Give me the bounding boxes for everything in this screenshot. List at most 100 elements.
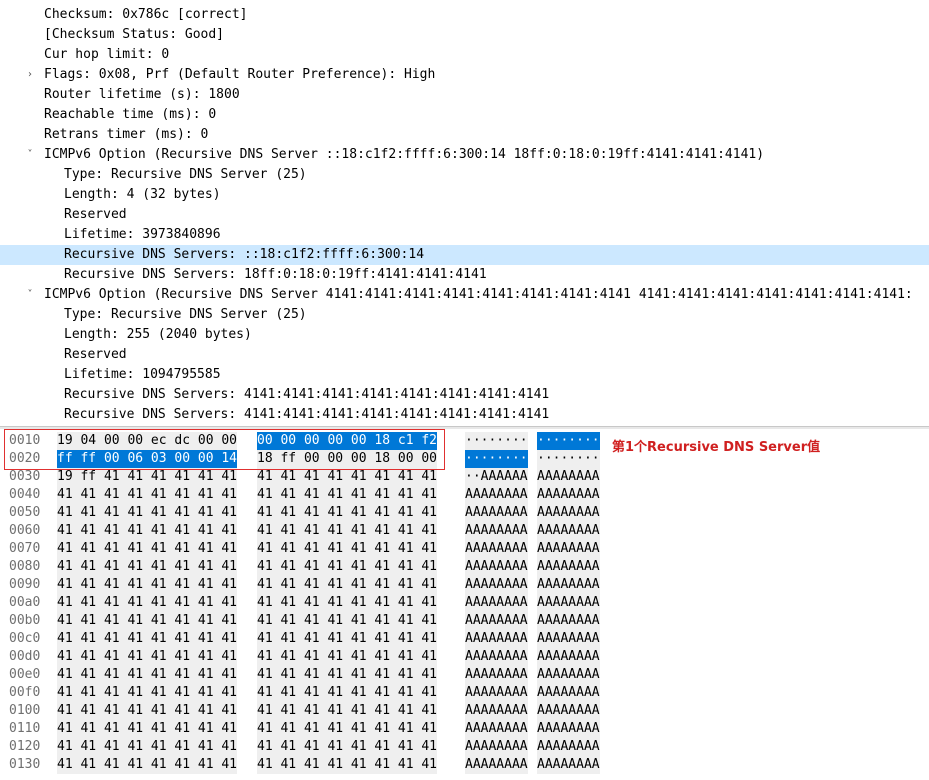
ascii-group-1[interactable]: AAAAAAAA xyxy=(465,738,528,756)
hex-bytes-group-1[interactable]: 41 41 41 41 41 41 41 41 xyxy=(57,504,238,522)
hex-bytes-group-2[interactable]: 41 41 41 41 41 41 41 41 xyxy=(257,504,438,522)
hex-bytes-group-2[interactable]: 41 41 41 41 41 41 41 41 xyxy=(257,594,438,612)
packet-bytes-pane[interactable]: 0010 19 04 00 00 ec dc 00 00 00 00 00 00 0… xyxy=(0,429,929,780)
ascii-group-2[interactable]: ········ xyxy=(537,450,600,468)
hex-bytes-group-2[interactable]: 41 41 41 41 41 41 41 41 xyxy=(257,630,438,648)
ascii-group-2[interactable]: ········ xyxy=(537,432,600,450)
ascii-group-2[interactable]: AAAAAAAA xyxy=(537,738,600,756)
hex-bytes-group-1[interactable]: 41 41 41 41 41 41 41 41 xyxy=(57,684,238,702)
ascii-group-2[interactable]: AAAAAAAA xyxy=(537,648,600,666)
hex-bytes-group-2[interactable]: 41 41 41 41 41 41 41 41 xyxy=(257,720,438,738)
hex-bytes-group-1[interactable]: 41 41 41 41 41 41 41 41 xyxy=(57,486,238,504)
hex-bytes-group-2[interactable]: 41 41 41 41 41 41 41 41 xyxy=(257,576,438,594)
chevron-right-icon[interactable]: › xyxy=(24,65,36,85)
ascii-group-2[interactable]: AAAAAAAA xyxy=(537,576,600,594)
hex-row[interactable]: 0060 41 41 41 41 41 41 41 41 41 41 41 41 4… xyxy=(0,522,929,540)
ascii-group-1[interactable]: AAAAAAAA xyxy=(465,630,528,648)
ascii-group-2[interactable]: AAAAAAAA xyxy=(537,558,600,576)
hex-bytes-group-2[interactable]: 41 41 41 41 41 41 41 41 xyxy=(257,666,438,684)
hex-row[interactable]: 0080 41 41 41 41 41 41 41 41 41 41 41 41 4… xyxy=(0,558,929,576)
hex-row[interactable]: 00f0 41 41 41 41 41 41 41 41 41 41 41 41 4… xyxy=(0,684,929,702)
ascii-group-1[interactable]: ··AAAAAA xyxy=(465,468,528,486)
hex-bytes-group-1[interactable]: 41 41 41 41 41 41 41 41 xyxy=(57,576,238,594)
hex-bytes-group-2[interactable]: 41 41 41 41 41 41 41 41 xyxy=(257,756,438,774)
ascii-group-2[interactable]: AAAAAAAA xyxy=(537,756,600,774)
hex-row[interactable]: 0100 41 41 41 41 41 41 41 41 41 41 41 41 4… xyxy=(0,702,929,720)
hex-row[interactable]: 00b0 41 41 41 41 41 41 41 41 41 41 41 41 4… xyxy=(0,612,929,630)
ascii-group-1[interactable]: AAAAAAAA xyxy=(465,648,528,666)
hex-bytes-group-2[interactable]: 41 41 41 41 41 41 41 41 xyxy=(257,522,438,540)
ascii-group-2[interactable]: AAAAAAAA xyxy=(537,540,600,558)
hex-bytes-group-1[interactable]: 41 41 41 41 41 41 41 41 xyxy=(57,540,238,558)
tree-row[interactable]: Type: Recursive DNS Server (25) xyxy=(0,305,929,325)
hex-bytes-group-1[interactable]: 41 41 41 41 41 41 41 41 xyxy=(57,666,238,684)
ascii-group-1[interactable]: ········ xyxy=(465,432,528,450)
hex-row[interactable]: 0050 41 41 41 41 41 41 41 41 41 41 41 41 4… xyxy=(0,504,929,522)
ascii-group-2[interactable]: AAAAAAAA xyxy=(537,612,600,630)
hex-bytes-group-2[interactable]: 41 41 41 41 41 41 41 41 xyxy=(257,612,438,630)
tree-row[interactable]: Reachable time (ms): 0 xyxy=(0,105,929,125)
ascii-group-1[interactable]: AAAAAAAA xyxy=(465,576,528,594)
ascii-group-1[interactable]: AAAAAAAA xyxy=(465,504,528,522)
ascii-group-1[interactable]: AAAAAAAA xyxy=(465,594,528,612)
tree-row[interactable]: Checksum: 0x786c [correct] xyxy=(0,5,929,25)
hex-row[interactable]: 0120 41 41 41 41 41 41 41 41 41 41 41 41 4… xyxy=(0,738,929,756)
ascii-group-2[interactable]: AAAAAAAA xyxy=(537,702,600,720)
ascii-group-2[interactable]: AAAAAAAA xyxy=(537,666,600,684)
hex-row[interactable]: 0040 41 41 41 41 41 41 41 41 41 41 41 41 4… xyxy=(0,486,929,504)
hex-bytes-group-1[interactable]: 41 41 41 41 41 41 41 41 xyxy=(57,648,238,666)
ascii-group-1[interactable]: AAAAAAAA xyxy=(465,666,528,684)
ascii-group-2[interactable]: AAAAAAAA xyxy=(537,486,600,504)
hex-bytes-group-1[interactable]: 41 41 41 41 41 41 41 41 xyxy=(57,558,238,576)
hex-bytes-group-1[interactable]: 41 41 41 41 41 41 41 41 xyxy=(57,756,238,774)
tree-row[interactable]: Length: 255 (2040 bytes) xyxy=(0,325,929,345)
ascii-group-1[interactable]: AAAAAAAA xyxy=(465,486,528,504)
hex-row[interactable]: 00e0 41 41 41 41 41 41 41 41 41 41 41 41 4… xyxy=(0,666,929,684)
tree-row[interactable]: ˅ ICMPv6 Option (Recursive DNS Server ::1… xyxy=(0,145,929,165)
ascii-group-1[interactable]: ········ xyxy=(465,450,528,468)
chevron-down-icon[interactable]: ˅ xyxy=(24,285,36,305)
hex-bytes-group-2[interactable]: 41 41 41 41 41 41 41 41 xyxy=(257,468,438,486)
hex-bytes-group-1[interactable]: 19 ff 41 41 41 41 41 41 xyxy=(57,468,238,486)
tree-row[interactable]: Length: 4 (32 bytes) xyxy=(0,185,929,205)
hex-bytes-group-2[interactable]: 41 41 41 41 41 41 41 41 xyxy=(257,558,438,576)
ascii-group-2[interactable]: AAAAAAAA xyxy=(537,720,600,738)
tree-row[interactable]: Recursive DNS Servers: 4141:4141:4141:41… xyxy=(0,405,929,425)
hex-bytes-group-2[interactable]: 41 41 41 41 41 41 41 41 xyxy=(257,684,438,702)
tree-row[interactable]: Recursive DNS Servers: 18ff:0:18:0:19ff:… xyxy=(0,265,929,285)
tree-row[interactable]: ˅ ICMPv6 Option (Recursive DNS Server 414… xyxy=(0,285,929,305)
hex-row[interactable]: 0110 41 41 41 41 41 41 41 41 41 41 41 41 4… xyxy=(0,720,929,738)
tree-row[interactable]: Reserved xyxy=(0,205,929,225)
hex-row[interactable]: 0030 19 ff 41 41 41 41 41 41 41 41 41 41 4… xyxy=(0,468,929,486)
hex-bytes-group-1[interactable]: 41 41 41 41 41 41 41 41 xyxy=(57,702,238,720)
tree-row[interactable]: › Flags: 0x08, Prf (Default Router Prefer… xyxy=(0,65,929,85)
tree-row[interactable]: Recursive DNS Servers: 4141:4141:4141:41… xyxy=(0,385,929,405)
tree-row[interactable]: Lifetime: 3973840896 xyxy=(0,225,929,245)
hex-row[interactable]: 00d0 41 41 41 41 41 41 41 41 41 41 41 41 4… xyxy=(0,648,929,666)
tree-row[interactable]: Lifetime: 1094795585 xyxy=(0,365,929,385)
ascii-group-2[interactable]: AAAAAAAA xyxy=(537,522,600,540)
ascii-group-2[interactable]: AAAAAAAA xyxy=(537,630,600,648)
hex-bytes-group-1[interactable]: 41 41 41 41 41 41 41 41 xyxy=(57,612,238,630)
ascii-group-1[interactable]: AAAAAAAA xyxy=(465,756,528,774)
ascii-group-2[interactable]: AAAAAAAA xyxy=(537,504,600,522)
ascii-group-1[interactable]: AAAAAAAA xyxy=(465,522,528,540)
hex-bytes-group-2[interactable]: 41 41 41 41 41 41 41 41 xyxy=(257,486,438,504)
ascii-group-2[interactable]: AAAAAAAA xyxy=(537,468,600,486)
hex-row[interactable]: 0070 41 41 41 41 41 41 41 41 41 41 41 41 4… xyxy=(0,540,929,558)
tree-row-selected[interactable]: Recursive DNS Servers: ::18:c1f2:ffff:6:… xyxy=(0,245,929,265)
ascii-group-1[interactable]: AAAAAAAA xyxy=(465,684,528,702)
hex-bytes-group-1[interactable]: 41 41 41 41 41 41 41 41 xyxy=(57,522,238,540)
hex-bytes-group-1[interactable]: 41 41 41 41 41 41 41 41 xyxy=(57,594,238,612)
hex-row[interactable]: 0130 41 41 41 41 41 41 41 41 41 41 41 41 4… xyxy=(0,756,929,774)
hex-bytes-group-2[interactable]: 41 41 41 41 41 41 41 41 xyxy=(257,738,438,756)
hex-bytes-group-1[interactable]: 41 41 41 41 41 41 41 41 xyxy=(57,630,238,648)
ascii-group-2[interactable]: AAAAAAAA xyxy=(537,594,600,612)
tree-row[interactable]: Cur hop limit: 0 xyxy=(0,45,929,65)
tree-row[interactable]: Type: Recursive DNS Server (25) xyxy=(0,165,929,185)
hex-row[interactable]: 00a0 41 41 41 41 41 41 41 41 41 41 41 41 4… xyxy=(0,594,929,612)
packet-details-pane[interactable]: Checksum: 0x786c [correct] [Checksum Stat… xyxy=(0,0,929,426)
tree-row[interactable]: [Checksum Status: Good] xyxy=(0,25,929,45)
hex-bytes-group-2[interactable]: 41 41 41 41 41 41 41 41 xyxy=(257,648,438,666)
hex-row[interactable]: 00c0 41 41 41 41 41 41 41 41 41 41 41 41 4… xyxy=(0,630,929,648)
